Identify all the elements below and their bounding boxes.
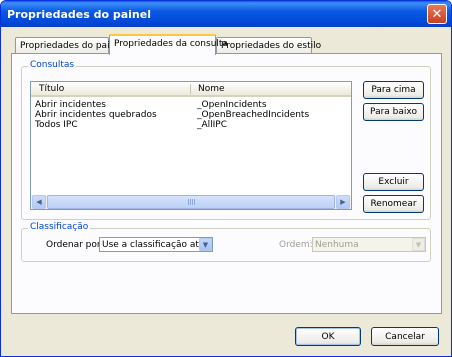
tab-consulta[interactable]: Propriedades da consulta: [109, 34, 228, 55]
move-down-button[interactable]: Para baixo: [363, 103, 424, 121]
column-header-nome[interactable]: Nome: [198, 84, 225, 94]
table-row[interactable]: Abrir incidentes quebrados _OpenBreached…: [31, 110, 351, 120]
horizontal-scrollbar[interactable]: ◀ ▶: [31, 195, 351, 209]
table-row[interactable]: Abrir incidentes _OpenIncidents: [31, 100, 351, 110]
rename-button[interactable]: Renomear: [363, 195, 424, 213]
row-nome: _AllIPC: [197, 120, 228, 130]
row-nome: _OpenBreachedIncidents: [197, 110, 310, 120]
scroll-left-button[interactable]: ◀: [32, 195, 46, 209]
grip-icon: [188, 199, 196, 205]
scrollbar-thumb[interactable]: [47, 195, 335, 209]
scroll-right-button[interactable]: ▶: [336, 195, 350, 209]
row-nome: _OpenIncidents: [197, 100, 267, 110]
sort-by-label: Ordenar por:: [46, 240, 104, 250]
row-titulo: Abrir incidentes quebrados: [35, 110, 157, 120]
consultas-group-label: Consultas: [28, 60, 77, 70]
order-select[interactable]: Nenhuma ▼: [312, 237, 426, 252]
column-divider[interactable]: [190, 84, 191, 94]
row-titulo: Abrir incidentes: [35, 100, 106, 110]
classificacao-group: Classificação Ordenar por: Use a classif…: [21, 222, 431, 262]
consultas-group: Consultas Título Nome Abrir incidentes _…: [21, 60, 431, 220]
ok-button[interactable]: OK: [295, 327, 361, 346]
order-label: Ordem:: [279, 240, 313, 250]
arrow-left-icon: ◀: [36, 198, 42, 206]
tab-painel[interactable]: Propriedades do painel: [15, 37, 123, 54]
chevron-down-icon[interactable]: ▼: [199, 238, 212, 251]
arrow-right-icon: ▶: [340, 198, 346, 206]
row-titulo: Todos IPC: [35, 120, 78, 130]
tab-estilo[interactable]: Propriedades do estilo: [216, 37, 321, 54]
chevron-down-icon[interactable]: ▼: [412, 238, 425, 251]
window-title: Propriedades do painel: [7, 8, 151, 21]
move-up-button[interactable]: Para cima: [363, 81, 424, 99]
dialog-window: Propriedades do painel ✕ Propriedades do…: [0, 0, 452, 357]
table-row[interactable]: Todos IPC _AllIPC: [31, 120, 351, 130]
sort-by-select[interactable]: Use a classificação atual ▼: [99, 237, 213, 252]
close-icon: ✕: [431, 6, 443, 22]
cancel-button[interactable]: Cancelar: [371, 327, 439, 346]
close-button[interactable]: ✕: [427, 4, 447, 24]
order-value: Nenhuma: [315, 240, 359, 250]
column-header-titulo[interactable]: Título: [39, 84, 64, 94]
delete-button[interactable]: Excluir: [363, 173, 424, 191]
sort-by-value: Use a classificação atual: [102, 240, 213, 250]
classificacao-group-label: Classificação: [28, 222, 91, 232]
title-bar[interactable]: Propriedades do painel ✕: [1, 1, 451, 27]
list-header: Título Nome: [31, 82, 351, 97]
queries-list[interactable]: Título Nome Abrir incidentes _OpenIncide…: [30, 81, 352, 210]
tab-panel: Consultas Título Nome Abrir incidentes _…: [11, 53, 442, 314]
